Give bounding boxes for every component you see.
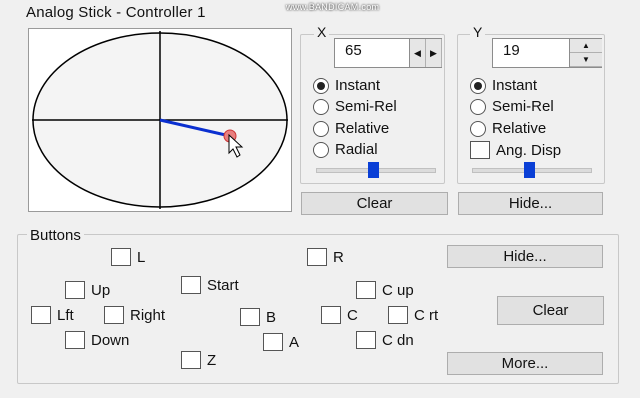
x-clear-button[interactable]: Clear bbox=[301, 192, 448, 215]
checkbox-icon bbox=[307, 248, 327, 266]
x-mode-semi-rel[interactable]: Semi-Rel bbox=[313, 98, 397, 115]
y-mode-relative[interactable]: Relative bbox=[470, 120, 546, 137]
checkbox-c[interactable]: C bbox=[321, 306, 358, 324]
buttons-group-title: Buttons bbox=[27, 227, 84, 244]
window-title: Analog Stick - Controller 1 bbox=[26, 4, 206, 21]
y-mode-instant[interactable]: Instant bbox=[470, 77, 537, 94]
checkbox-icon bbox=[65, 281, 85, 299]
checkbox-icon bbox=[263, 333, 283, 351]
radio-icon bbox=[313, 98, 329, 115]
checkbox-icon bbox=[240, 308, 260, 326]
analog-stick-pad[interactable] bbox=[28, 28, 292, 212]
radio-icon bbox=[313, 77, 329, 94]
checkbox-icon bbox=[321, 306, 341, 324]
checkbox-start[interactable]: Start bbox=[181, 276, 239, 294]
y-increment-button[interactable]: ▲ bbox=[570, 39, 602, 53]
y-slider-thumb[interactable] bbox=[524, 162, 535, 178]
checkbox-icon bbox=[111, 248, 131, 266]
checkbox-up[interactable]: Up bbox=[65, 281, 110, 299]
radio-icon bbox=[313, 141, 329, 158]
checkbox-lft[interactable]: Lft bbox=[31, 306, 74, 324]
radio-icon bbox=[313, 120, 329, 137]
y-decrement-button[interactable]: ▼ bbox=[570, 53, 602, 67]
stick-graphic bbox=[32, 31, 288, 209]
x-value-spinbox[interactable]: 65 ◀ ▶ bbox=[334, 38, 442, 68]
checkbox-c-dn[interactable]: C dn bbox=[356, 331, 414, 349]
y-value-spinbox[interactable]: 19 ▲ ▼ bbox=[492, 38, 602, 68]
buttons-clear-button[interactable]: Clear bbox=[497, 296, 604, 325]
checkbox-c-up[interactable]: C up bbox=[356, 281, 414, 299]
x-slider-thumb[interactable] bbox=[368, 162, 379, 178]
ang-disp-checkbox[interactable]: Ang. Disp bbox=[470, 141, 561, 159]
checkbox-icon bbox=[31, 306, 51, 324]
checkbox-icon bbox=[470, 141, 490, 159]
radio-icon bbox=[470, 77, 486, 94]
x-mode-instant[interactable]: Instant bbox=[313, 77, 380, 94]
x-value: 65 bbox=[345, 42, 362, 59]
checkbox-l[interactable]: L bbox=[111, 248, 145, 266]
checkbox-icon bbox=[181, 276, 201, 294]
checkbox-icon bbox=[181, 351, 201, 369]
checkbox-b[interactable]: B bbox=[240, 308, 276, 326]
checkbox-down[interactable]: Down bbox=[65, 331, 129, 349]
checkbox-icon bbox=[356, 331, 376, 349]
checkbox-z[interactable]: Z bbox=[181, 351, 216, 369]
x-increment-button[interactable]: ▶ bbox=[426, 39, 442, 67]
y-axis-label: Y bbox=[470, 24, 486, 40]
checkbox-right[interactable]: Right bbox=[104, 306, 165, 324]
x-mode-relative[interactable]: Relative bbox=[313, 120, 389, 137]
y-hide-button[interactable]: Hide... bbox=[458, 192, 603, 215]
y-value: 19 bbox=[503, 42, 520, 59]
x-decrement-button[interactable]: ◀ bbox=[410, 39, 426, 67]
buttons-hide-button[interactable]: Hide... bbox=[447, 245, 603, 268]
checkbox-icon bbox=[388, 306, 408, 324]
checkbox-icon bbox=[356, 281, 376, 299]
x-mode-radial[interactable]: Radial bbox=[313, 141, 378, 158]
checkbox-c-rt[interactable]: C rt bbox=[388, 306, 438, 324]
y-mode-semi-rel[interactable]: Semi-Rel bbox=[470, 98, 554, 115]
checkbox-a[interactable]: A bbox=[263, 333, 299, 351]
checkbox-icon bbox=[65, 331, 85, 349]
checkbox-icon bbox=[104, 306, 124, 324]
radio-icon bbox=[470, 98, 486, 115]
radio-icon bbox=[470, 120, 486, 137]
x-axis-label: X bbox=[314, 24, 330, 40]
checkbox-r[interactable]: R bbox=[307, 248, 344, 266]
watermark-text: www.BANDICAM.com bbox=[286, 2, 380, 12]
buttons-more-button[interactable]: More... bbox=[447, 352, 603, 375]
